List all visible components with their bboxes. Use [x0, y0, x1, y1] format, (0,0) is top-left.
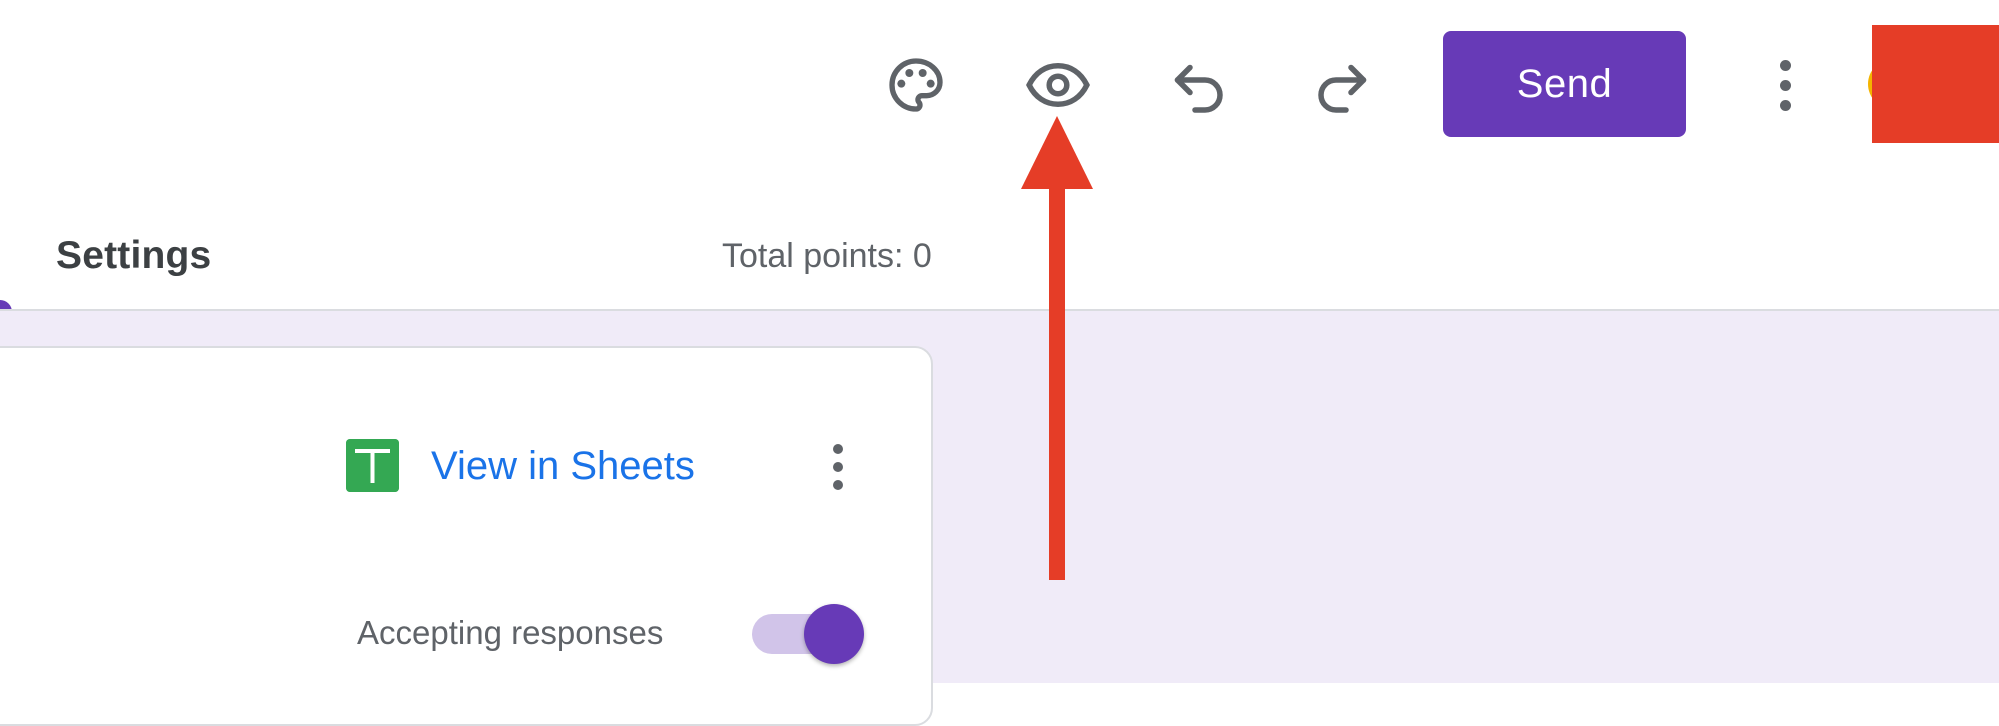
annotation-arrow [1021, 116, 1093, 580]
send-button[interactable]: Send [1443, 31, 1686, 137]
accepting-responses-toggle[interactable] [752, 604, 864, 664]
tab-settings[interactable]: Settings [56, 234, 211, 278]
dot [1779, 59, 1791, 71]
dot [833, 444, 843, 454]
responses-card [0, 346, 933, 726]
palette-icon[interactable] [881, 50, 951, 120]
dot [833, 480, 843, 490]
redo-icon[interactable] [1306, 50, 1376, 120]
view-in-sheets-link[interactable]: View in Sheets [431, 439, 695, 493]
more-vert-icon[interactable] [1760, 50, 1810, 120]
dot [833, 462, 843, 472]
sheets-icon[interactable] [346, 439, 399, 492]
redaction-block [1872, 25, 1999, 143]
total-points: Total points: 0 [722, 237, 932, 275]
accepting-responses-label: Accepting responses [357, 614, 664, 651]
undo-icon[interactable] [1165, 50, 1235, 120]
toggle-thumb [804, 604, 864, 664]
card-more-vert-icon[interactable] [813, 440, 863, 494]
send-button-label: Send [1516, 61, 1613, 106]
eye-icon[interactable] [1023, 50, 1093, 120]
dot [1779, 99, 1791, 111]
dot [1779, 79, 1791, 91]
